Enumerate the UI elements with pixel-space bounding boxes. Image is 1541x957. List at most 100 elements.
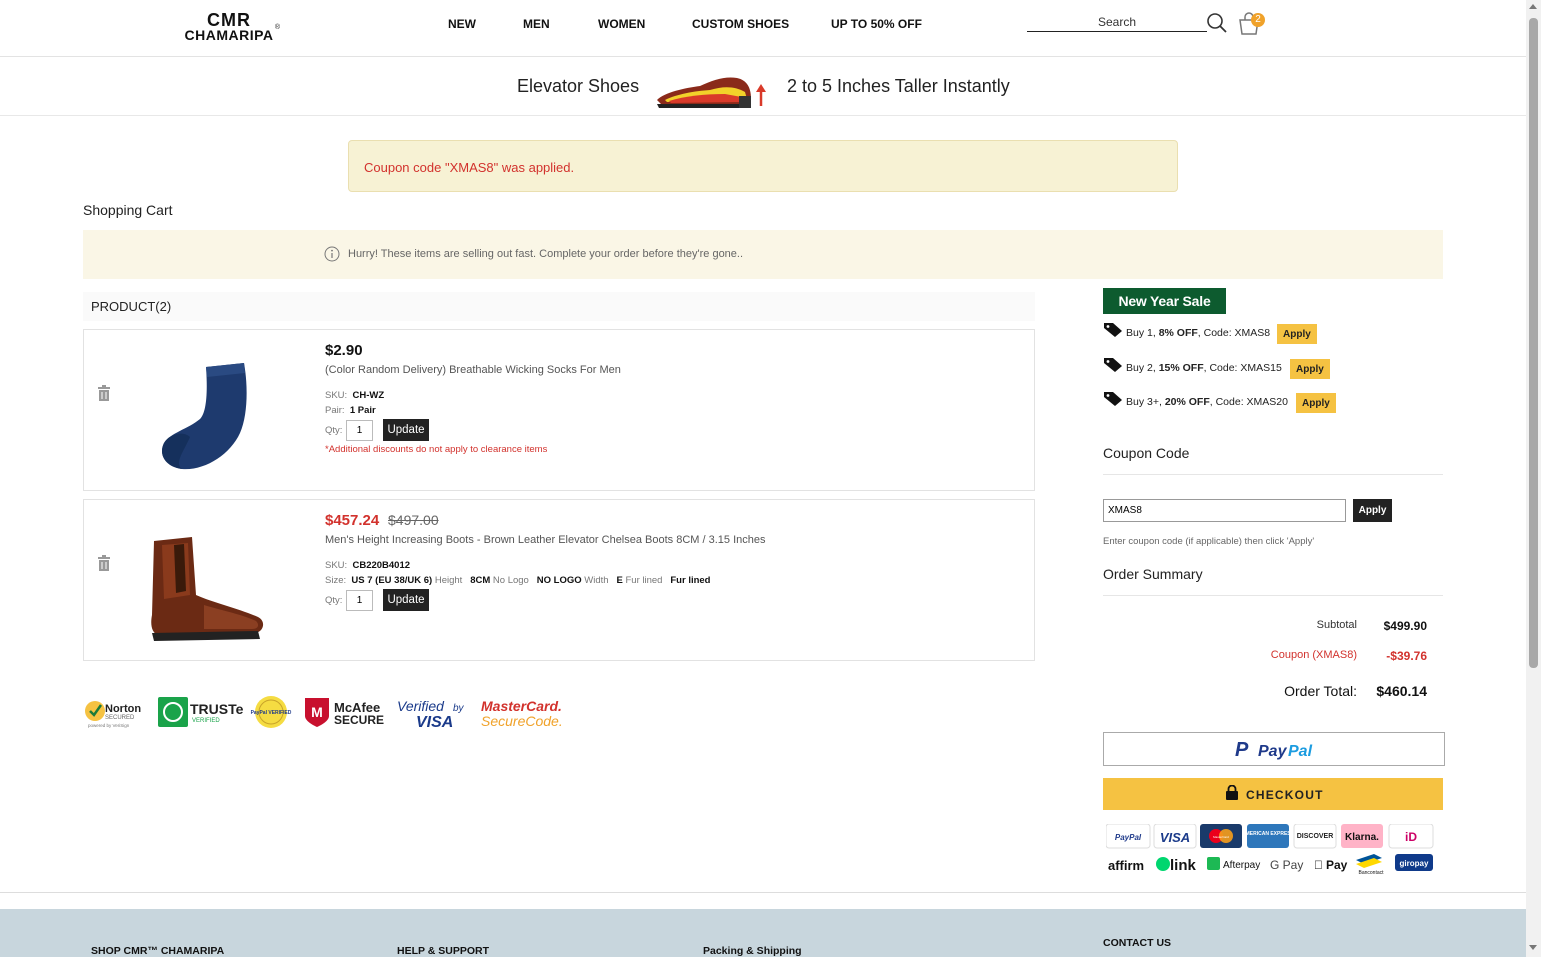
product-count: PRODUCT(2) — [91, 299, 172, 314]
width-value: E — [616, 575, 623, 586]
norton-badge: Norton SECURED powered by VeriSign — [85, 701, 141, 728]
norton-verisign-text: powered by VeriSign — [88, 723, 130, 728]
discover-payment-icon: DISCOVER — [1293, 824, 1337, 849]
size-label: Size: — [325, 575, 347, 586]
trash-icon[interactable] — [97, 385, 111, 401]
trash-icon[interactable] — [97, 555, 111, 571]
mcafee-badge: M McAfee SECURE — [305, 698, 384, 727]
search-input[interactable] — [1027, 12, 1207, 31]
quantity-input[interactable] — [346, 420, 373, 441]
item-name[interactable]: Men's Height Increasing Boots - Brown Le… — [325, 534, 766, 546]
alert-message: Coupon code "XMAS8" was applied. — [364, 160, 575, 175]
urgency-notice: Hurry! These items are selling out fast.… — [83, 230, 1443, 279]
deal-row: Buy 1, 8% OFF, Code: XMAS8 Apply — [1103, 322, 1363, 344]
deal-discount: 15% OFF — [1158, 362, 1204, 374]
product-list-header: PRODUCT(2) — [83, 292, 1035, 321]
footer-shipping-heading[interactable]: Packing & Shipping — [703, 945, 802, 957]
brand-logo[interactable]: CMR CHAMARIPA ® — [176, 11, 282, 42]
svg-text:MasterCard: MasterCard — [1213, 835, 1229, 839]
norton-secured-text: SECURED — [105, 715, 135, 721]
footer-divider — [0, 892, 1526, 893]
quantity-input[interactable] — [346, 590, 373, 611]
coupon-discount-label: Coupon (XMAS8) — [1270, 649, 1357, 661]
deal-prefix: Buy 1, — [1126, 327, 1159, 339]
search-box — [1027, 12, 1207, 32]
svg-text:VISA: VISA — [1160, 830, 1190, 845]
sku-label: SKU: — [325, 560, 348, 571]
giropay-payment-icon: giropay — [1395, 854, 1433, 871]
svg-text:M: M — [311, 704, 323, 720]
scroll-down-arrow-icon[interactable] — [1529, 945, 1537, 950]
coupon-code-input[interactable] — [1103, 499, 1346, 522]
registered-mark: ® — [274, 24, 280, 31]
item-sale-price: $457.24 — [325, 512, 380, 529]
paypal-logo: P Pay Pal — [1235, 739, 1313, 761]
order-total-label: Order Total: — [1284, 683, 1357, 699]
sku-value: CB220B4012 — [352, 560, 411, 571]
pair-label: Pair: — [325, 405, 345, 416]
scrollbar-thumb[interactable] — [1529, 18, 1538, 668]
price-tag-icon — [1104, 358, 1122, 372]
trust-badges: Norton SECURED powered by VeriSign TRUST… — [85, 696, 563, 731]
afterpay-payment-icon: Afterpay — [1207, 857, 1260, 871]
divider — [1103, 595, 1443, 596]
nav-item-new[interactable]: NEW — [448, 17, 476, 31]
qty-label: Qty: — [325, 425, 343, 436]
subtotal-value: $499.90 — [1383, 619, 1427, 633]
order-summary-title: Order Summary — [1103, 566, 1203, 582]
pair-value: 1 Pair — [349, 405, 376, 416]
divider — [1103, 474, 1443, 475]
mastercard-text: MasterCard. — [481, 698, 562, 714]
verified-text: Verified — [397, 698, 445, 714]
update-button[interactable]: Update — [383, 419, 429, 441]
footer-shop-heading[interactable]: SHOP CMR™ CHAMARIPA — [91, 945, 224, 957]
deal-prefix: Buy 3+, — [1126, 396, 1165, 408]
paypal-p-mark: P — [1235, 739, 1249, 761]
update-button[interactable]: Update — [383, 589, 429, 611]
sku-value: CH-WZ — [352, 390, 385, 401]
logo-label: No Logo — [492, 575, 529, 586]
order-total-row: Order Total: $460.14 — [1103, 683, 1427, 701]
price-tag-icon — [1104, 392, 1122, 406]
deal-code: , Code: XMAS8 — [1197, 327, 1271, 339]
footer-help-heading[interactable]: HELP & SUPPORT — [397, 945, 489, 957]
visa-payment-icon: VISA — [1153, 824, 1197, 849]
mastercard-payment-icon: MasterCard — [1200, 824, 1242, 848]
cart-item: $2.90 (Color Random Delivery) Breathable… — [83, 329, 1035, 491]
subtotal-label: Subtotal — [1316, 619, 1357, 631]
footer-contact-heading[interactable]: CONTACT US — [1103, 937, 1171, 949]
deal-apply-button[interactable]: Apply — [1277, 324, 1317, 344]
height-label: Height — [434, 575, 463, 586]
page-title: Shopping Cart — [83, 202, 173, 218]
nav-item-sale[interactable]: UP TO 50% OFF — [831, 17, 922, 31]
promo-banner[interactable]: Elevator Shoes 2 to 5 Inches Taller Inst… — [0, 57, 1526, 116]
svg-text:DISCOVER: DISCOVER — [1297, 833, 1334, 840]
item-name[interactable]: (Color Random Delivery) Breathable Wicki… — [325, 364, 621, 376]
deal-text: Buy 2, 15% OFF, Code: XMAS15 — [1126, 362, 1282, 374]
google-pay-payment-icon: G Pay — [1270, 858, 1303, 872]
payment-methods: PayPal VISA MasterCard AMERICAN EXPRESS … — [1106, 824, 1434, 876]
nav-item-women[interactable]: WOMEN — [598, 17, 645, 31]
checkout-button[interactable]: CHECKOUT — [1103, 778, 1443, 810]
coupon-discount-row: Coupon (XMAS8) -$39.76 — [1103, 649, 1427, 665]
svg-text:giropay: giropay — [1400, 859, 1429, 868]
boots-product-image[interactable] — [144, 525, 269, 645]
scroll-up-arrow-icon[interactable] — [1529, 4, 1537, 9]
deal-discount: 20% OFF — [1164, 396, 1210, 408]
socks-product-image[interactable] — [144, 355, 269, 475]
coupon-discount-value: -$39.76 — [1386, 649, 1427, 663]
search-icon[interactable] — [1206, 12, 1228, 34]
klarna-payment-icon: Klarna. — [1341, 824, 1383, 848]
coupon-apply-button[interactable]: Apply — [1353, 499, 1392, 522]
price-tag-icon — [1104, 323, 1122, 337]
nav-item-custom-shoes[interactable]: CUSTOM SHOES — [692, 17, 789, 31]
deal-apply-button[interactable]: Apply — [1290, 359, 1330, 379]
paypal-button[interactable]: P Pay Pal — [1103, 732, 1445, 766]
nav-item-men[interactable]: MEN — [523, 17, 550, 31]
verified-by-text: by — [453, 703, 465, 714]
apple-pay-payment-icon: Pay — [1314, 858, 1348, 872]
truste-badge: TRUSTe VERIFIED — [158, 697, 244, 727]
svg-text:Klarna.: Klarna. — [1345, 832, 1379, 843]
page-scrollbar[interactable] — [1526, 0, 1541, 957]
deal-apply-button[interactable]: Apply — [1296, 393, 1336, 413]
